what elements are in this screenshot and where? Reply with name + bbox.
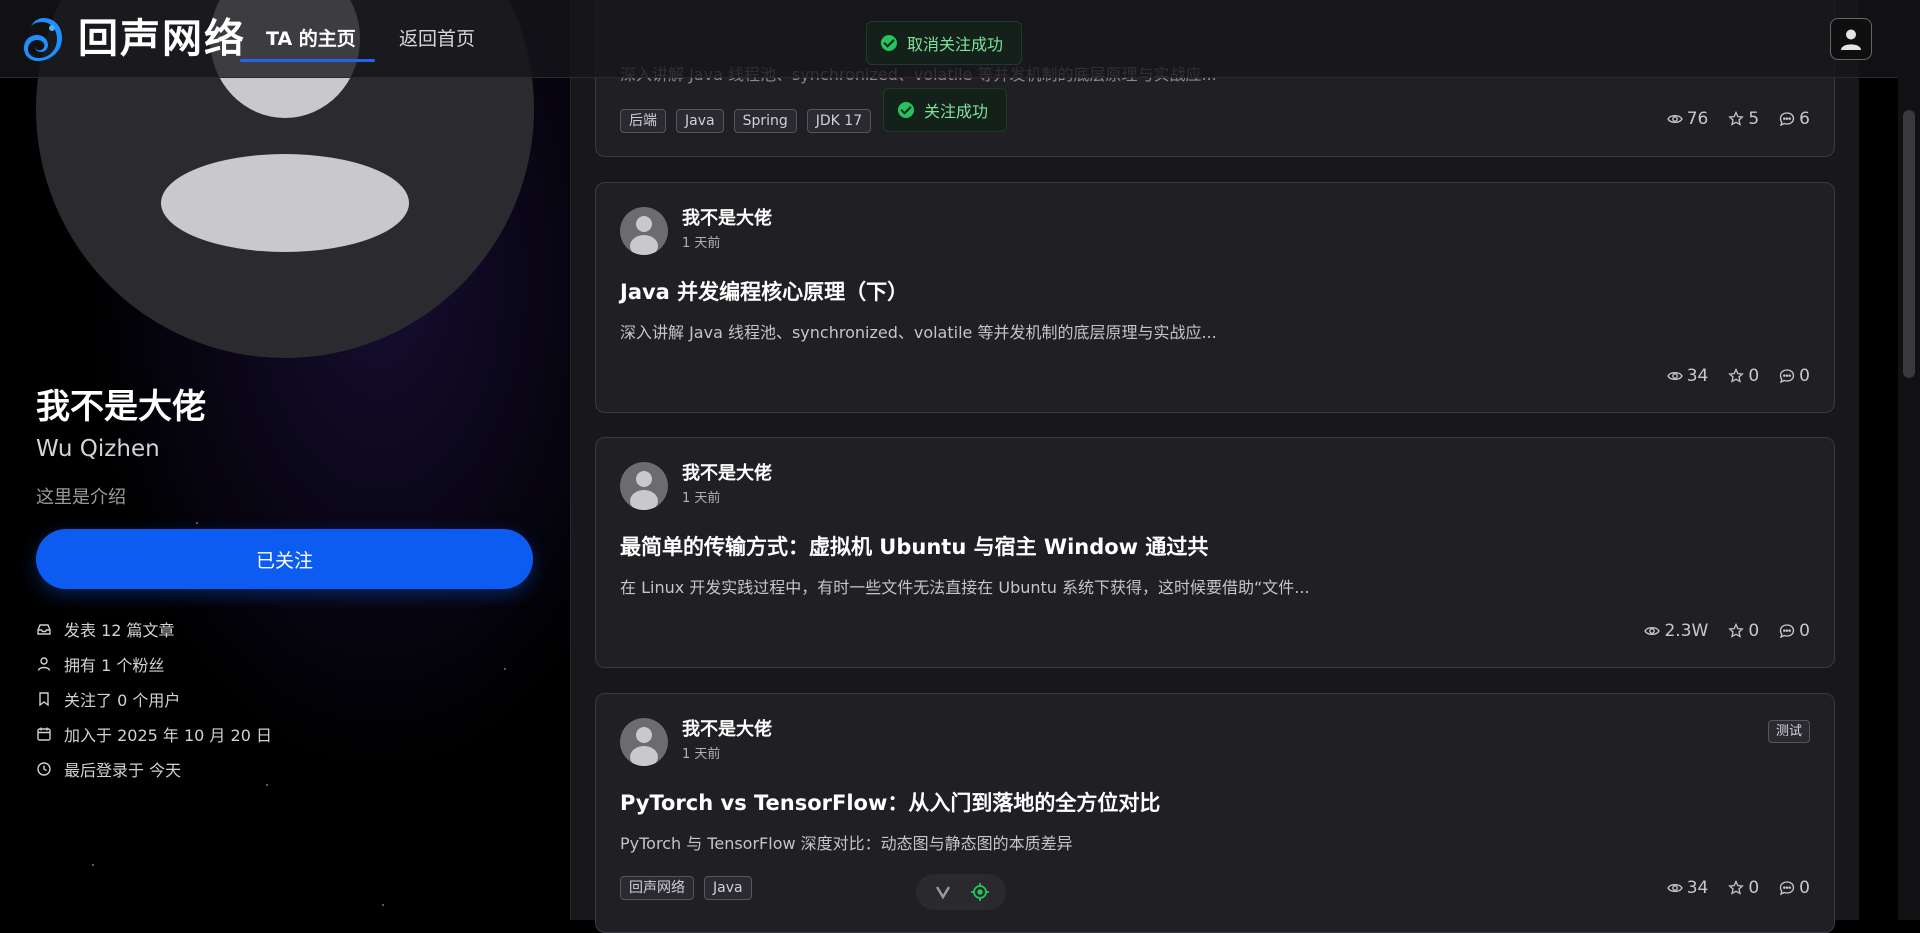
comment-icon xyxy=(1780,112,1795,127)
post-time: 1 天前 xyxy=(682,747,721,762)
bookmark-icon xyxy=(39,691,49,706)
stat-last-login: 最后登录于 今天 xyxy=(36,751,272,786)
comments-metric[interactable]: 6 xyxy=(1779,109,1810,129)
user-icon xyxy=(37,656,51,671)
comment-icon xyxy=(1780,881,1795,896)
tag[interactable]: JDK 17 xyxy=(806,109,872,133)
article-icon xyxy=(37,623,51,635)
star-dot xyxy=(196,522,198,524)
profile-name: 我不是大佬 xyxy=(36,387,206,427)
post-metrics: 2.3W 0 0 xyxy=(1644,621,1810,641)
user-icon xyxy=(1841,29,1861,50)
tag[interactable]: Spring xyxy=(733,109,797,133)
stars-metric[interactable]: 0 xyxy=(1728,878,1759,898)
post-title[interactable]: 最简单的传输方式：虚拟机 Ubuntu 与宿主 Window 通过共 xyxy=(620,532,1208,562)
comments-metric[interactable]: 0 xyxy=(1779,878,1810,898)
post-badge: 测试 xyxy=(1767,720,1810,743)
stars-metric[interactable]: 0 xyxy=(1728,621,1759,641)
stat-fans-label: 拥有 1 个粉丝 xyxy=(64,655,165,675)
check-circle-icon xyxy=(898,102,914,118)
post-card[interactable]: 我不是大佬 1 天前 测试 PyTorch vs TensorFlow：从入门到… xyxy=(595,693,1835,933)
stat-fans: 拥有 1 个粉丝 xyxy=(36,646,272,681)
tag[interactable]: Java xyxy=(676,109,724,133)
post-author[interactable]: 我不是大佬 xyxy=(682,207,772,231)
toast-message: 关注成功 xyxy=(924,102,989,121)
post-tags: 回声网络 Java xyxy=(620,876,752,900)
star-icon xyxy=(1728,368,1745,383)
toast-unfollow-success: 取消关注成功 xyxy=(866,21,1023,65)
eye-icon xyxy=(1666,114,1683,124)
post-metrics: 34 0 0 xyxy=(1666,878,1810,898)
locate-icon[interactable] xyxy=(970,882,990,902)
tag[interactable]: Java xyxy=(704,876,752,900)
post-time: 1 天前 xyxy=(682,236,721,251)
check-circle-icon xyxy=(881,35,897,51)
post-metrics: 34 0 0 xyxy=(1666,366,1810,386)
stars-metric[interactable]: 5 xyxy=(1728,109,1759,129)
author-avatar[interactable] xyxy=(620,207,668,255)
post-excerpt: 在 Linux 开发实践过程中，有时一些文件无法直接在 Ubuntu 系统下获得… xyxy=(620,578,1310,597)
stat-last-login-label: 最后登录于 今天 xyxy=(64,760,182,780)
toast-message: 取消关注成功 xyxy=(907,35,1004,54)
star-dot xyxy=(504,668,506,670)
comments-metric[interactable]: 0 xyxy=(1779,621,1810,641)
eye-icon xyxy=(1666,371,1683,381)
views-metric: 34 xyxy=(1666,366,1708,386)
post-excerpt: PyTorch 与 TensorFlow 深度对比：动态图与静态图的本质差异 xyxy=(620,834,1073,853)
stat-following: 关注了 0 个用户 xyxy=(36,681,272,716)
eye-icon xyxy=(1644,626,1661,636)
floating-controls xyxy=(916,874,1006,910)
follow-button[interactable]: 已关注 xyxy=(36,529,533,589)
brand-name[interactable]: 回声网络 xyxy=(78,16,246,62)
stat-joined-label: 加入于 2025 年 10 月 20 日 xyxy=(64,725,272,745)
user-menu-button[interactable] xyxy=(1830,18,1872,60)
profile-panel: 我不是大佬 Wu Qizhen 这里是介绍 已关注 发表 12 篇文章 拥有 1… xyxy=(0,0,570,920)
post-excerpt: 深入讲解 Java 线程池、synchronized、volatile 等并发机… xyxy=(620,323,1217,342)
stat-following-label: 关注了 0 个用户 xyxy=(64,690,181,710)
stat-articles: 发表 12 篇文章 xyxy=(36,611,272,646)
post-metrics: 76 5 6 xyxy=(1666,109,1810,129)
profile-english-name: Wu Qizhen xyxy=(36,436,160,462)
star-icon xyxy=(1728,623,1745,638)
views-metric: 76 xyxy=(1666,109,1708,129)
post-title[interactable]: Java 并发编程核心原理（下） xyxy=(620,277,908,307)
star-icon xyxy=(1728,111,1745,126)
profile-intro: 这里是介绍 xyxy=(36,487,126,508)
star-dot xyxy=(382,904,384,906)
comment-icon xyxy=(1780,369,1795,384)
clock-icon xyxy=(37,761,51,776)
views-metric: 34 xyxy=(1666,878,1708,898)
post-tags: 后端 Java Spring JDK 17 xyxy=(620,109,872,133)
post-time: 1 天前 xyxy=(682,491,721,506)
stars-metric[interactable]: 0 xyxy=(1728,366,1759,386)
comments-metric[interactable]: 0 xyxy=(1779,366,1810,386)
profile-stats: 发表 12 篇文章 拥有 1 个粉丝 关注了 0 个用户 加入于 2025 年 … xyxy=(36,611,272,786)
stat-joined: 加入于 2025 年 10 月 20 日 xyxy=(36,716,272,751)
views-metric: 2.3W xyxy=(1644,621,1708,641)
tag[interactable]: 回声网络 xyxy=(620,876,694,900)
star-icon xyxy=(1728,880,1745,895)
tag[interactable]: 后端 xyxy=(620,109,666,133)
tab-ta-homepage[interactable]: TA 的主页 xyxy=(266,26,356,52)
author-avatar[interactable] xyxy=(620,462,668,510)
logo-icon[interactable] xyxy=(22,14,64,64)
chevron-down-icon[interactable] xyxy=(934,883,952,901)
post-feed: 深入讲解 Java 线程池、synchronized、volatile 等并发机… xyxy=(570,0,1859,933)
post-card[interactable]: 我不是大佬 1 天前 最简单的传输方式：虚拟机 Ubuntu 与宿主 Windo… xyxy=(595,437,1835,668)
calendar-icon xyxy=(37,727,51,741)
post-author[interactable]: 我不是大佬 xyxy=(682,718,772,742)
tab-back-home[interactable]: 返回首页 xyxy=(399,26,475,52)
toast-follow-success: 关注成功 xyxy=(883,88,1008,132)
star-dot xyxy=(92,864,94,866)
eye-icon xyxy=(1666,883,1683,893)
active-tab-indicator xyxy=(240,59,375,62)
post-title[interactable]: PyTorch vs TensorFlow：从入门到落地的全方位对比 xyxy=(620,788,1160,818)
author-avatar[interactable] xyxy=(620,718,668,766)
post-author[interactable]: 我不是大佬 xyxy=(682,462,772,486)
stat-articles-label: 发表 12 篇文章 xyxy=(64,620,175,640)
comment-icon xyxy=(1780,624,1795,639)
scrollbar-thumb[interactable] xyxy=(1903,110,1915,378)
post-card[interactable]: 我不是大佬 1 天前 Java 并发编程核心原理（下） 深入讲解 Java 线程… xyxy=(595,182,1835,413)
